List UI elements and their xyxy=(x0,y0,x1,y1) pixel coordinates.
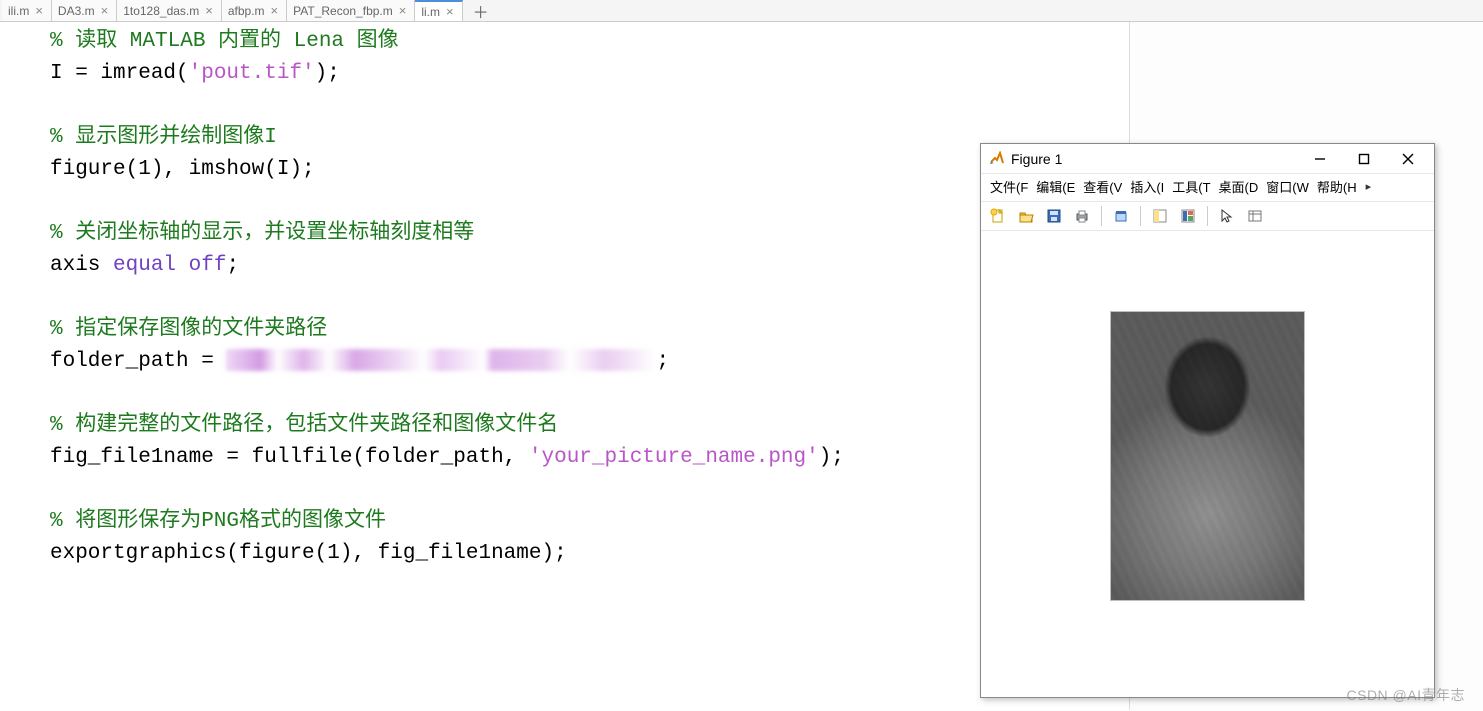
inspect-icon[interactable] xyxy=(1244,205,1266,227)
figure-menubar: 文件(F 编辑(E 查看(V 插入(I 工具(T 桌面(D 窗口(W 帮助(H … xyxy=(981,174,1434,202)
code-comment: % 读取 MATLAB 内置的 Lena 图像 xyxy=(50,30,399,53)
code-comment: % 指定保存图像的文件夹路径 xyxy=(50,318,327,341)
code-line: figure(1), imshow(I); xyxy=(50,158,315,181)
close-icon[interactable]: × xyxy=(397,3,409,18)
tab-label: PAT_Recon_fbp.m xyxy=(293,4,393,18)
menu-tools[interactable]: 工具(T xyxy=(1169,176,1213,197)
figure-canvas xyxy=(981,231,1434,681)
toolbar-separator xyxy=(1101,206,1102,226)
editor-tab[interactable]: ili.m × xyxy=(2,0,52,21)
figure-window[interactable]: Figure 1 文件(F 编辑(E 查看(V 插入(I 工具(T 桌面(D 窗… xyxy=(980,143,1435,698)
tab-label: afbp.m xyxy=(228,4,265,18)
code-text: axis xyxy=(50,254,113,277)
close-icon[interactable]: × xyxy=(33,3,45,18)
editor-tabs-bar: ili.m × DA3.m × 1to128_das.m × afbp.m × … xyxy=(0,0,1483,22)
tab-label: li.m xyxy=(421,5,440,19)
menu-window[interactable]: 窗口(W xyxy=(1263,176,1312,197)
figure-title: Figure 1 xyxy=(1011,151,1298,167)
close-icon[interactable]: × xyxy=(444,4,456,19)
code-string: 'your_picture_name.png' xyxy=(529,446,819,469)
pointer-icon[interactable] xyxy=(1216,205,1238,227)
editor-tab[interactable]: DA3.m × xyxy=(52,0,117,21)
editor-tab[interactable]: afbp.m × xyxy=(222,0,287,21)
watermark-text: CSDN @AI青年志 xyxy=(1347,685,1466,705)
save-icon[interactable] xyxy=(1043,205,1065,227)
code-comment: % 关闭坐标轴的显示，并设置坐标轴刻度相等 xyxy=(50,222,474,245)
menu-view[interactable]: 查看(V xyxy=(1080,176,1125,197)
code-editor[interactable]: % 读取 MATLAB 内置的 Lena 图像 I = imread('pout… xyxy=(0,22,1130,710)
code-text: fig_file1name = fullfile(folder_path, xyxy=(50,446,529,469)
data-cursor-icon[interactable] xyxy=(1149,205,1171,227)
close-icon[interactable]: × xyxy=(203,3,215,18)
menu-insert[interactable]: 插入(I xyxy=(1127,176,1167,197)
code-string: 'pout.tif' xyxy=(189,62,315,85)
tab-label: 1to128_das.m xyxy=(123,4,199,18)
menu-help[interactable]: 帮助(H xyxy=(1314,176,1360,197)
figure-toolbar xyxy=(981,202,1434,231)
toolbar-separator xyxy=(1207,206,1208,226)
menu-edit[interactable]: 编辑(E xyxy=(1033,176,1078,197)
close-icon[interactable]: × xyxy=(99,3,111,18)
code-comment: % 显示图形并绘制图像I xyxy=(50,126,277,149)
redacted-path xyxy=(226,349,656,371)
code-comment: % 将图形保存为PNG格式的图像文件 xyxy=(50,510,386,533)
minimize-button[interactable] xyxy=(1298,145,1342,173)
new-file-icon[interactable] xyxy=(987,205,1009,227)
code-text: ; xyxy=(226,254,239,277)
print-icon[interactable] xyxy=(1071,205,1093,227)
menu-overflow-icon[interactable]: ▸ xyxy=(1362,180,1372,193)
menu-file[interactable]: 文件(F xyxy=(987,176,1031,197)
code-keyword: equal off xyxy=(113,254,226,277)
copy-figure-icon[interactable] xyxy=(1110,205,1132,227)
tab-label: DA3.m xyxy=(58,4,95,18)
matlab-icon xyxy=(989,151,1005,167)
menu-desktop[interactable]: 桌面(D xyxy=(1216,176,1262,197)
displayed-image xyxy=(1110,311,1305,601)
code-line: I = imread( xyxy=(50,62,189,85)
colorbar-icon[interactable] xyxy=(1177,205,1199,227)
add-tab-button[interactable]: ＋ xyxy=(463,0,499,23)
editor-tab-active[interactable]: li.m × xyxy=(415,0,462,21)
toolbar-separator xyxy=(1140,206,1141,226)
code-comment: % 构建完整的文件路径，包括文件夹路径和图像文件名 xyxy=(50,414,558,437)
close-button[interactable] xyxy=(1386,145,1430,173)
editor-tab[interactable]: 1to128_das.m × xyxy=(117,0,222,21)
close-icon[interactable]: × xyxy=(269,3,281,18)
code-text: ); xyxy=(819,446,844,469)
open-folder-icon[interactable] xyxy=(1015,205,1037,227)
code-line: exportgraphics(figure(1), fig_file1name)… xyxy=(50,542,567,565)
maximize-button[interactable] xyxy=(1342,145,1386,173)
tab-label: ili.m xyxy=(8,4,29,18)
code-text: folder_path = xyxy=(50,350,226,373)
figure-titlebar[interactable]: Figure 1 xyxy=(981,144,1434,174)
code-text: ); xyxy=(315,62,340,85)
editor-tab[interactable]: PAT_Recon_fbp.m × xyxy=(287,0,415,21)
